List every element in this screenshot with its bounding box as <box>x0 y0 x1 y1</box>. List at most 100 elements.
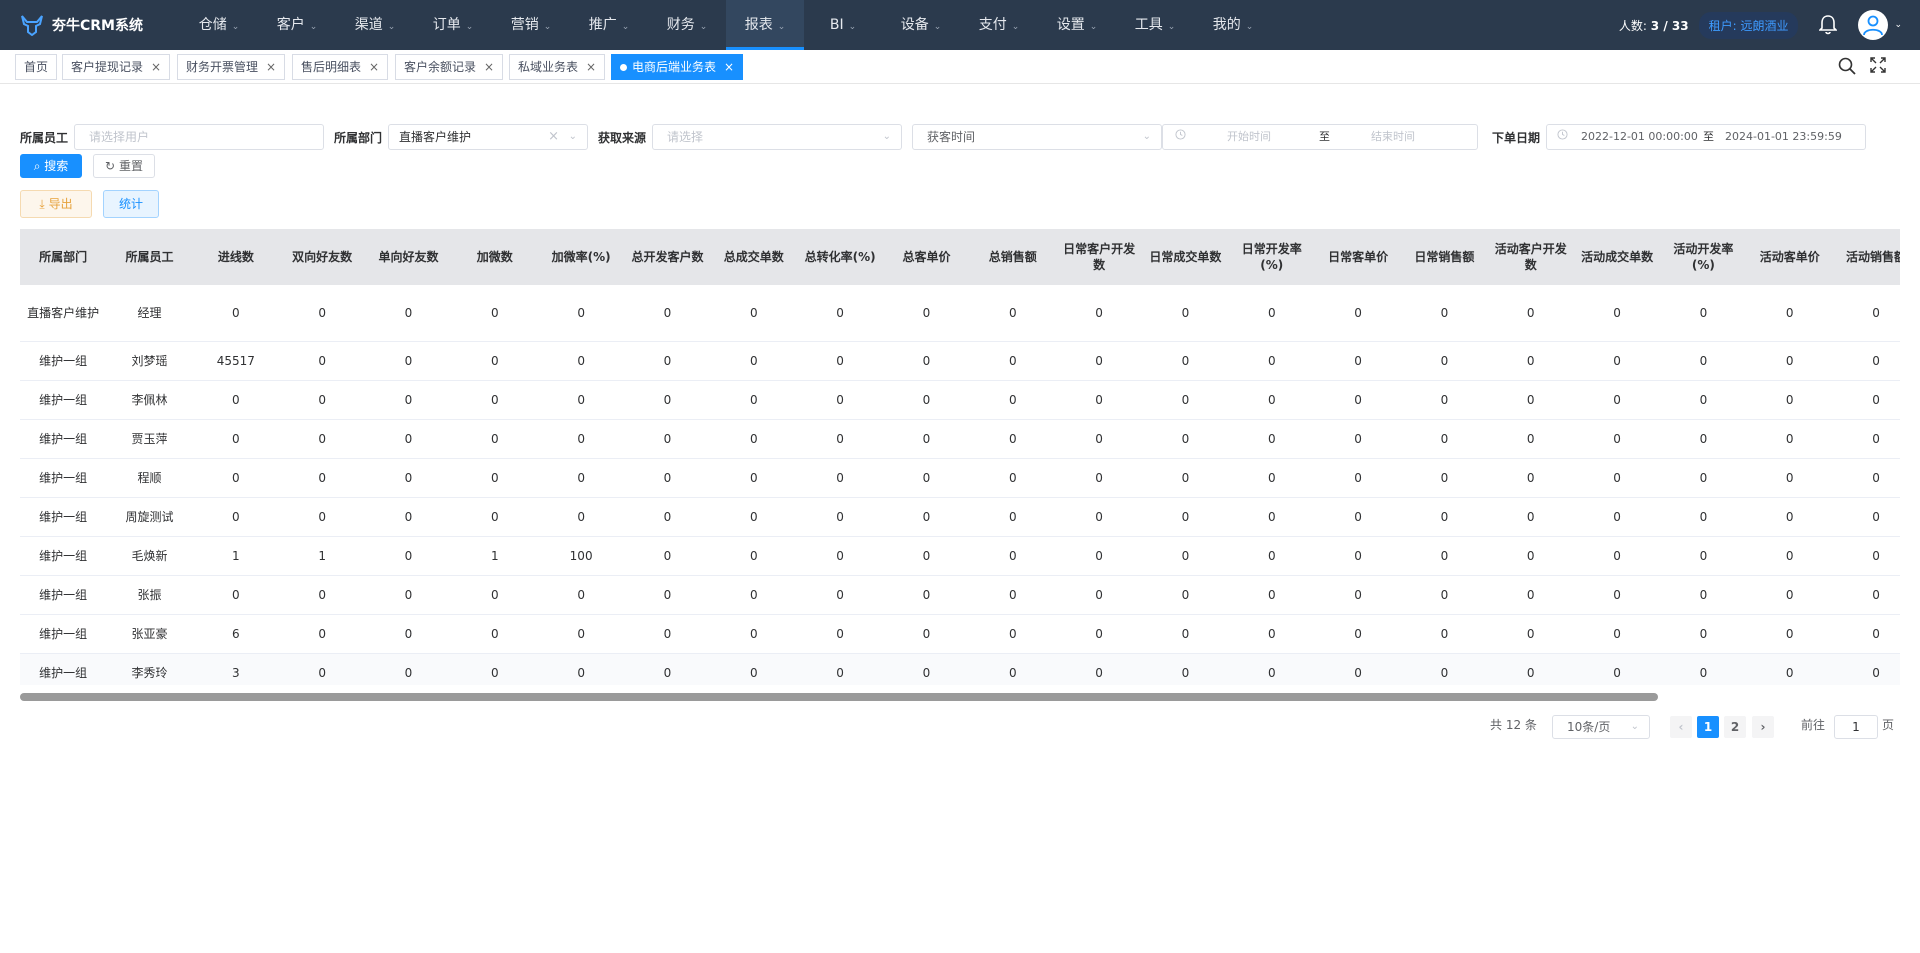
horizontal-scrollbar[interactable] <box>20 693 1658 701</box>
tenant-badge[interactable]: 租户: 远朗酒业 <box>1698 11 1799 39</box>
nav-item-tools[interactable]: 工具 ⌄ <box>1116 0 1194 50</box>
clear-icon[interactable]: × <box>548 125 559 149</box>
order-start-date[interactable]: 2022-12-01 00:00:00 <box>1581 125 1698 149</box>
table-cell: 0 <box>796 380 884 420</box>
table-cell: 0 <box>1401 380 1488 420</box>
source-select[interactable]: 请选择 ⌄ <box>652 124 902 150</box>
order-end-date[interactable]: 2024-01-01 23:59:59 <box>1725 125 1842 149</box>
user-count: 人数: 3 / 33 <box>1619 17 1689 34</box>
table-row[interactable]: 维护一组李秀玲3000000000000000000000 <box>20 653 1900 685</box>
chevron-down-icon: ⌄ <box>848 22 857 32</box>
tab-private-domain[interactable]: 私域业务表 × <box>509 54 606 80</box>
table-row[interactable]: 维护一组程顺0000000000000000000000 <box>20 458 1900 498</box>
bell-icon[interactable] <box>1818 14 1838 36</box>
acquire-time-select[interactable]: 获客时间 ⌄ <box>912 124 1162 150</box>
range-separator: 至 <box>1703 130 1714 143</box>
table-cell: 0 <box>710 341 797 381</box>
tab-label: 售后明细表 <box>301 60 362 74</box>
nav-label: 工具 <box>1134 17 1163 33</box>
stats-button[interactable]: 统计 <box>103 190 159 218</box>
nav-item-payment[interactable]: 支付 ⌄ <box>960 0 1038 50</box>
table-row[interactable]: 维护一组毛焕新110110000000000000000000 <box>20 536 1900 576</box>
table-row[interactable]: 直播客户维护经理0000000000000000000000 <box>20 285 1900 342</box>
chevron-down-icon: ⌄ <box>543 22 552 32</box>
table-cell: 0 <box>537 497 625 537</box>
table-cell: 0 <box>1142 341 1229 381</box>
source-placeholder: 请选择 <box>667 130 704 144</box>
app-logo[interactable]: 夯牛CRM系统 <box>0 14 180 36</box>
nav-item-finance[interactable]: 财务 ⌄ <box>648 0 726 50</box>
close-icon[interactable]: × <box>151 55 161 79</box>
avatar[interactable] <box>1858 10 1889 40</box>
close-icon[interactable]: × <box>266 55 276 79</box>
close-icon[interactable]: × <box>484 55 494 79</box>
next-page-button[interactable]: › <box>1752 716 1774 738</box>
nav-item-device[interactable]: 设备 ⌄ <box>882 0 960 50</box>
chevron-down-icon: ⌄ <box>465 22 474 32</box>
table-cell: 0 <box>1142 614 1229 654</box>
export-button[interactable]: ⤓ 导出 <box>20 190 92 218</box>
tab-invoice[interactable]: 财务开票管理 × <box>177 54 286 80</box>
goto-page-input[interactable]: 1 <box>1834 715 1878 739</box>
prev-page-button[interactable]: ‹ <box>1670 716 1692 738</box>
table-cell: 李秀玲 <box>106 653 193 685</box>
reset-button[interactable]: ↻ 重置 <box>93 154 155 178</box>
tab-ecommerce-backend[interactable]: 电商后端业务表 × <box>611 54 744 80</box>
table-cell: 0 <box>1573 653 1661 685</box>
table-cell: 0 <box>1746 653 1833 685</box>
search-icon[interactable] <box>1838 57 1856 78</box>
nav-item-customer[interactable]: 客户 ⌄ <box>258 0 336 50</box>
nav-item-channel[interactable]: 渠道 ⌄ <box>336 0 414 50</box>
table-cell: 0 <box>1832 285 1900 342</box>
fullscreen-icon[interactable] <box>1870 57 1886 78</box>
table-cell: 0 <box>278 341 366 381</box>
table-cell: 0 <box>883 536 970 576</box>
chevron-down-icon: ⌄ <box>568 131 577 142</box>
chevron-down-icon[interactable]: ⌄ <box>1894 20 1902 30</box>
tab-aftersale[interactable]: 售后明细表 × <box>292 54 389 80</box>
table-row[interactable]: 维护一组张振0000000000000000000000 <box>20 575 1900 615</box>
table-cell: 0 <box>1487 653 1574 685</box>
table-cell: 维护一组 <box>20 575 107 615</box>
dept-select[interactable]: 直播客户维护 × ⌄ <box>388 124 588 150</box>
page-2-button[interactable]: 2 <box>1724 716 1746 738</box>
table-cell: 0 <box>365 497 452 537</box>
table-cell: 100 <box>537 536 625 576</box>
nav-item-promotion[interactable]: 推广 ⌄ <box>570 0 648 50</box>
page-1-button[interactable]: 1 <box>1697 716 1719 738</box>
acquire-date-range[interactable]: 开始时间 至 结束时间 <box>1162 124 1478 150</box>
nav-item-settings[interactable]: 设置 ⌄ <box>1038 0 1116 50</box>
table-row[interactable]: 维护一组张亚豪6000000000000000000000 <box>20 614 1900 654</box>
table-cell: 6 <box>192 614 279 654</box>
table-cell: 45517 <box>192 341 279 381</box>
page-size-select[interactable]: 10条/页 ⌄ <box>1552 715 1650 739</box>
search-button[interactable]: ⌕ 搜索 <box>20 154 82 178</box>
tab-withdraw-records[interactable]: 客户提现记录 × <box>62 54 171 80</box>
nav-item-report[interactable]: 报表 ⌄ <box>726 0 804 50</box>
table-row[interactable]: 维护一组周旋测试0000000000000000000000 <box>20 497 1900 537</box>
start-date-input[interactable]: 开始时间 <box>1227 125 1271 149</box>
table-row[interactable]: 维护一组李佩林0000000000000000000000 <box>20 380 1900 420</box>
table-row[interactable]: 维护一组贾玉萍0000000000000000000000 <box>20 419 1900 459</box>
table-cell: 3 <box>192 653 279 685</box>
table-cell: 0 <box>192 575 279 615</box>
close-icon[interactable]: × <box>724 55 734 79</box>
tab-balance[interactable]: 客户余额记录 × <box>395 54 504 80</box>
tabs-tools <box>1838 57 1886 78</box>
acquire-time-value: 获客时间 <box>927 130 976 144</box>
close-icon[interactable]: × <box>369 55 379 79</box>
close-icon[interactable]: × <box>586 55 596 79</box>
end-date-input[interactable]: 结束时间 <box>1371 125 1415 149</box>
column-header: 单向好友数 <box>365 229 452 285</box>
tab-home[interactable]: 首页 <box>15 54 58 80</box>
nav-item-warehouse[interactable]: 仓储 ⌄ <box>180 0 258 50</box>
nav-item-mine[interactable]: 我的 ⌄ <box>1194 0 1272 50</box>
tab-label: 财务开票管理 <box>186 60 259 74</box>
table-cell: 维护一组 <box>20 341 107 381</box>
nav-item-bi[interactable]: BI ⌄ <box>804 0 882 50</box>
nav-item-marketing[interactable]: 营销 ⌄ <box>492 0 570 50</box>
order-date-range[interactable]: 2022-12-01 00:00:00 至 2024-01-01 23:59:5… <box>1546 124 1866 150</box>
staff-select[interactable]: 请选择用户 <box>74 124 324 150</box>
table-row[interactable]: 维护一组刘梦瑶45517000000000000000000000 <box>20 341 1900 381</box>
nav-item-order[interactable]: 订单 ⌄ <box>414 0 492 50</box>
